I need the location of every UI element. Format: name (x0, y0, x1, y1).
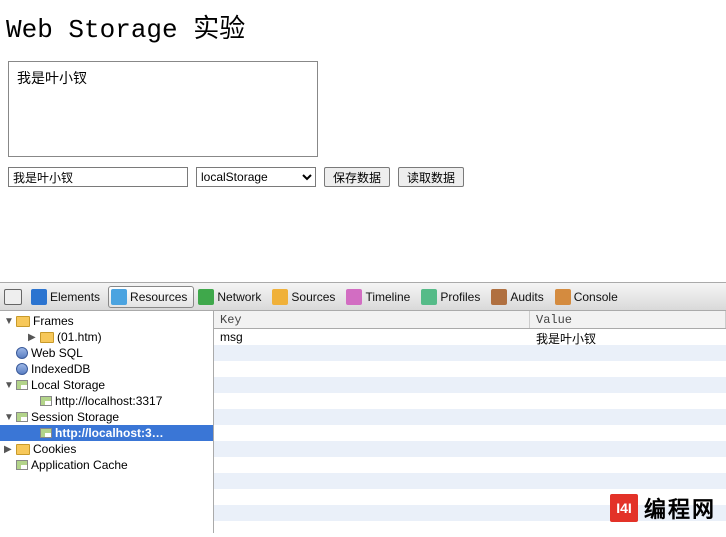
cell-key (214, 457, 530, 473)
table-row[interactable] (214, 409, 726, 425)
cell-value: 我是叶小钗 (530, 329, 726, 345)
console-icon (555, 289, 571, 305)
cell-value (530, 473, 726, 489)
controls-row: localStorage 保存数据 读取数据 (8, 167, 726, 187)
resources-icon (111, 289, 127, 305)
storage-select[interactable]: localStorage (196, 167, 316, 187)
tab-timeline[interactable]: Timeline (343, 286, 417, 308)
cell-value (530, 345, 726, 361)
cell-key (214, 489, 530, 505)
storage-icon (16, 412, 28, 422)
tree-cookies[interactable]: ▶Cookies (0, 441, 213, 457)
tab-label: Network (217, 290, 261, 304)
tab-label: Audits (510, 290, 543, 304)
cell-key (214, 521, 530, 537)
tab-resources[interactable]: Resources (108, 286, 194, 308)
cell-value (530, 457, 726, 473)
cell-value (530, 409, 726, 425)
folder-icon (16, 444, 30, 455)
folder-icon (16, 316, 30, 327)
elements-icon (31, 289, 47, 305)
tab-label: Elements (50, 290, 100, 304)
tab-sources[interactable]: Sources (269, 286, 342, 308)
tab-label: Profiles (440, 290, 480, 304)
cell-key (214, 393, 530, 409)
tree-sessionstorage[interactable]: ▼Session Storage (0, 409, 213, 425)
tab-label: Sources (291, 290, 335, 304)
timeline-icon (346, 289, 362, 305)
table-row[interactable] (214, 393, 726, 409)
tab-profiles[interactable]: Profiles (418, 286, 487, 308)
save-button[interactable]: 保存数据 (324, 167, 390, 187)
page-title: Web Storage 实验 (0, 0, 726, 61)
cell-key (214, 473, 530, 489)
tab-audits[interactable]: Audits (488, 286, 550, 308)
tab-label: Timeline (365, 290, 410, 304)
profiles-icon (421, 289, 437, 305)
textarea-value: 我是叶小钗 (17, 70, 87, 86)
table-row[interactable] (214, 441, 726, 457)
tree-frames-file[interactable]: ▶(01.htm) (0, 329, 213, 345)
cell-value (530, 425, 726, 441)
col-key[interactable]: Key (214, 311, 530, 328)
table-row[interactable] (214, 425, 726, 441)
storage-icon (16, 380, 28, 390)
msg-input[interactable] (8, 167, 188, 187)
cell-key (214, 377, 530, 393)
audits-icon (491, 289, 507, 305)
cell-value (530, 441, 726, 457)
devtools-toolbar: Elements Resources Network Sources Timeline P… (0, 283, 726, 311)
cell-key (214, 361, 530, 377)
cell-key (214, 345, 530, 361)
cell-value (530, 361, 726, 377)
tree-frames[interactable]: ▼Frames (0, 313, 213, 329)
cell-key (214, 409, 530, 425)
folder-icon (40, 332, 54, 343)
table-row[interactable] (214, 377, 726, 393)
dock-icon[interactable] (4, 289, 22, 305)
table-row[interactable] (214, 457, 726, 473)
tab-label: Console (574, 290, 618, 304)
cell-value (530, 393, 726, 409)
cell-key (214, 441, 530, 457)
tree-localstorage-origin[interactable]: http://localhost:3317 (0, 393, 213, 409)
database-icon (16, 363, 28, 375)
watermark: I4I 编程网 (610, 492, 716, 524)
tab-network[interactable]: Network (195, 286, 268, 308)
table-row[interactable] (214, 473, 726, 489)
tree-indexeddb[interactable]: IndexedDB (0, 361, 213, 377)
tab-console[interactable]: Console (552, 286, 625, 308)
table-icon (40, 428, 52, 438)
tree-sessionstorage-origin[interactable]: http://localhost:3… (0, 425, 213, 441)
storage-icon (16, 460, 28, 470)
tab-label: Resources (130, 290, 187, 304)
table-icon (40, 396, 52, 406)
cell-key: msg (214, 329, 530, 345)
read-button[interactable]: 读取数据 (398, 167, 464, 187)
table-row[interactable]: msg我是叶小钗 (214, 329, 726, 345)
tree-websql[interactable]: Web SQL (0, 345, 213, 361)
table-row[interactable] (214, 345, 726, 361)
cell-key (214, 505, 530, 521)
sources-icon (272, 289, 288, 305)
tab-elements[interactable]: Elements (28, 286, 107, 308)
watermark-logo: I4I (610, 494, 638, 522)
cell-value (530, 377, 726, 393)
resources-sidebar: ▼Frames ▶(01.htm) Web SQL IndexedDB ▼Loc… (0, 311, 214, 533)
database-icon (16, 347, 28, 359)
cell-key (214, 425, 530, 441)
table-row[interactable] (214, 361, 726, 377)
tree-appcache[interactable]: Application Cache (0, 457, 213, 473)
tree-localstorage[interactable]: ▼Local Storage (0, 377, 213, 393)
msg-textarea[interactable]: 我是叶小钗 (8, 61, 318, 157)
watermark-text: 编程网 (644, 492, 716, 524)
network-icon (198, 289, 214, 305)
col-value[interactable]: Value (530, 311, 726, 328)
